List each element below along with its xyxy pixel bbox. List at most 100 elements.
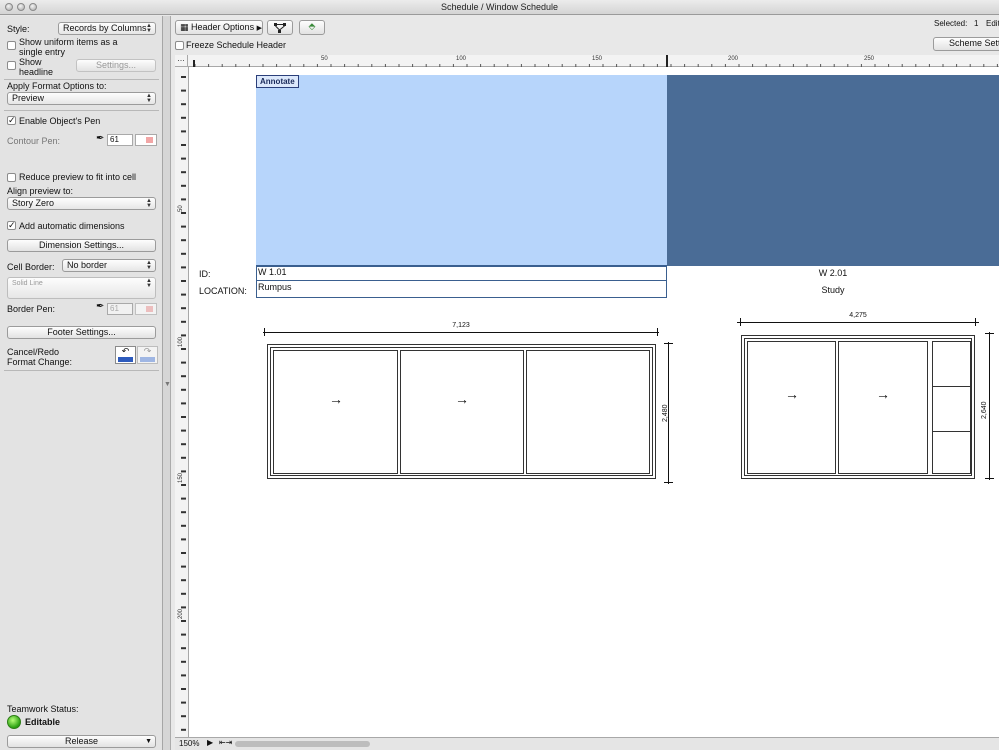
show-uniform-label-line2: single entry [19, 47, 66, 57]
louvre-panel [932, 341, 971, 474]
reduce-preview-checkbox[interactable] [7, 173, 16, 182]
cell-location-1-text: Rumpus [258, 282, 292, 292]
sash-panel: → [747, 341, 836, 474]
style-dropdown[interactable]: Records by Columns ▲ ▼ [58, 22, 156, 35]
ruler-label: 200 [178, 608, 184, 619]
show-uniform-checkbox[interactable] [7, 41, 16, 50]
cell-border-dropdown[interactable]: No border ▲ ▼ [62, 259, 156, 272]
height-dimension-1: 2,480 [660, 342, 676, 484]
border-pen-label: Border Pen: [7, 304, 56, 314]
redo-icon: ↷ [143, 346, 152, 356]
grid-icon: ▦ [180, 22, 189, 32]
ruler-label: 250 [864, 56, 875, 62]
width-dimension-1: 7,123 [263, 321, 659, 337]
format-preview-icon [118, 357, 133, 362]
schedule-toolbar: ▦ Header Options ▶ ⬘ Freeze Schedule Hea… [171, 16, 999, 55]
updown-arrows-icon: ▲ ▼ [146, 260, 152, 271]
footer-settings-button[interactable]: Footer Settings... [7, 326, 156, 339]
ruler-label: 200 [728, 56, 739, 62]
format-preview-icon [140, 357, 155, 362]
row-label-id: ID: [199, 269, 211, 279]
window-titlebar: Schedule / Window Schedule [0, 0, 999, 15]
export-button[interactable]: ⬘ [299, 20, 325, 35]
separator [4, 110, 159, 111]
redo-format-button[interactable]: ↷ [137, 346, 158, 364]
cancel-redo-label-line2: Format Change: [7, 357, 73, 367]
scheme-settings-button[interactable]: Scheme Setti [933, 37, 999, 51]
apply-format-label: Apply Format Options to: [7, 81, 107, 91]
ruler-label: 150 [592, 56, 603, 62]
schedule-canvas[interactable]: Annotate ID: LOCATION: W 1.01 Rumpus W 2… [189, 67, 999, 737]
height-dimension-1-text: 2,480 [662, 404, 669, 422]
fixed-panel [526, 350, 650, 474]
show-uniform-label-line1: Show uniform items as a [19, 37, 118, 47]
previous-view-icon[interactable]: ▶ [207, 738, 213, 747]
annotate-tag[interactable]: Annotate [256, 75, 299, 88]
border-pen-field[interactable]: 61 [107, 303, 133, 315]
headline-settings-button[interactable]: Settings... [76, 59, 156, 72]
show-headline-label-line2: headline [19, 67, 54, 77]
window-elevation-1[interactable]: → → [267, 344, 656, 479]
zoom-level[interactable]: 150% [179, 739, 199, 748]
window-title: Schedule / Window Schedule [440, 2, 559, 12]
width-dimension-2-text: 4,275 [849, 312, 867, 319]
freeze-header-checkbox[interactable] [175, 41, 184, 50]
release-button[interactable]: Release ▼ [7, 735, 156, 748]
contour-pen-field[interactable]: 61 [107, 134, 133, 146]
selected-count: 1 [974, 19, 979, 28]
cell-id-1[interactable]: W 1.01 [256, 266, 667, 281]
apply-format-dropdown[interactable]: Preview ▲ ▼ [7, 92, 156, 105]
teamwork-status-value: Editable [25, 717, 61, 727]
preview-cell-header[interactable] [667, 75, 999, 266]
undo-icon: ↶ [121, 346, 130, 356]
vertical-ruler: 50 100 150 200 [175, 67, 189, 737]
updown-arrows-icon: ▲ ▼ [146, 23, 152, 34]
undo-format-button[interactable]: ↶ [115, 346, 136, 364]
ruler-label: 100 [178, 336, 184, 347]
cell-location-2[interactable]: Study [667, 283, 999, 298]
format-options-sidebar: Style: Records by Columns ▲ ▼ Show unifor… [0, 16, 163, 750]
pen-icon: ✒ [96, 133, 105, 144]
edit-label: Edit [986, 19, 999, 28]
width-dimension-1-text: 7,123 [452, 322, 470, 329]
line-type-value: Solid Line [12, 280, 43, 287]
menu-arrow-icon: ▶ [256, 25, 262, 32]
fit-window-icon[interactable]: ⇤⇥ [219, 738, 232, 747]
cell-border-value: No border [67, 260, 108, 270]
window-elevation-2[interactable]: → → [741, 335, 975, 479]
horizontal-scrollbar[interactable] [235, 741, 370, 747]
header-options-button[interactable]: ▦ Header Options ▶ [175, 20, 263, 35]
cell-id-1-text: W 1.01 [258, 267, 287, 277]
sidebar-splitter[interactable]: ▼ [163, 16, 171, 750]
pen-icon: ✒ [96, 301, 105, 312]
preview-cell-selected[interactable] [256, 75, 667, 266]
align-preview-dropdown[interactable]: Story Zero ▲ ▼ [7, 197, 156, 210]
contour-pen-color-swatch[interactable] [135, 134, 157, 146]
add-dimensions-label: Add automatic dimensions [19, 221, 125, 231]
dimension-settings-button[interactable]: Dimension Settings... [7, 239, 156, 252]
enable-pen-checkbox[interactable]: ✓ [7, 116, 16, 125]
show-headline-checkbox[interactable] [7, 61, 16, 70]
border-pen-color-swatch[interactable] [135, 303, 157, 315]
release-button-label: Release [64, 736, 99, 746]
style-label: Style: [7, 24, 30, 34]
export-icon: ⬘ [308, 21, 316, 31]
vertical-ruler-ticks [181, 76, 186, 731]
line-type-dropdown[interactable]: Solid Line ▲ ▼ [7, 277, 156, 299]
element-structure-button[interactable] [267, 20, 293, 35]
updown-arrows-icon: ▲ ▼ [146, 198, 152, 209]
separator [4, 79, 159, 80]
cell-id-2[interactable]: W 2.01 [667, 266, 999, 281]
ruler-label: 50 [178, 205, 184, 212]
align-preview-value: Story Zero [12, 198, 55, 208]
status-indicator-icon [7, 715, 21, 729]
ruler-label: 100 [456, 56, 467, 62]
apply-format-value: Preview [12, 93, 45, 103]
add-dimensions-checkbox[interactable]: ✓ [7, 221, 16, 230]
reduce-preview-label: Reduce preview to fit into cell [19, 172, 137, 182]
separator [4, 370, 159, 371]
selected-label: Selected: [934, 19, 968, 28]
cell-location-1[interactable]: Rumpus [256, 281, 667, 298]
slide-direction-arrow-icon: → [785, 386, 799, 402]
show-headline-label-line1: Show [19, 57, 42, 67]
